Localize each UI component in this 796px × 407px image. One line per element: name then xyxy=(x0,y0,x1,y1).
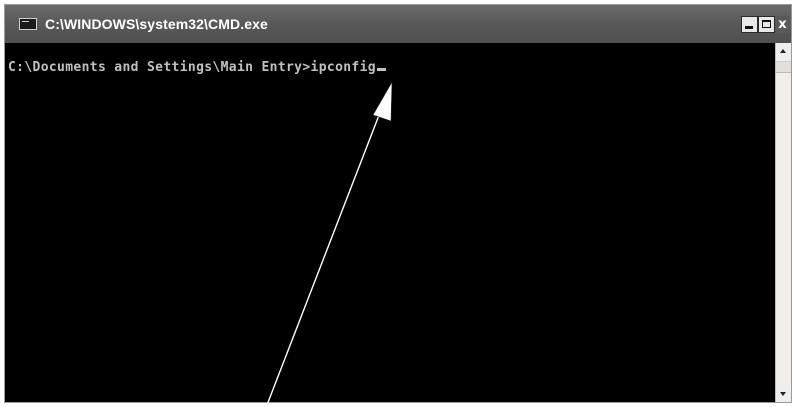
vertical-scrollbar[interactable] xyxy=(775,43,791,402)
console-app-icon[interactable] xyxy=(19,18,37,30)
close-button[interactable]: x xyxy=(775,16,790,33)
maximize-button[interactable] xyxy=(758,16,775,33)
maximize-icon xyxy=(762,20,771,28)
minimize-icon xyxy=(745,26,753,29)
window-title: C:\WINDOWS\system32\CMD.exe xyxy=(45,16,268,32)
scroll-up-button[interactable] xyxy=(776,43,791,59)
scroll-thumb[interactable] xyxy=(776,61,791,73)
close-icon: x xyxy=(778,17,787,32)
arrow-up-icon xyxy=(780,49,786,53)
console-prompt: C:\Documents and Settings\Main Entry> xyxy=(8,60,311,75)
text-cursor xyxy=(376,68,386,71)
console-command: ipconfig xyxy=(310,60,376,75)
command-prompt-window: C:\WINDOWS\system32\CMD.exe x C:\Documen… xyxy=(4,4,792,403)
title-bar[interactable]: C:\WINDOWS\system32\CMD.exe x xyxy=(5,5,791,43)
minimize-button[interactable] xyxy=(741,16,758,33)
console-line: C:\Documents and Settings\Main Entry>ipc… xyxy=(8,60,386,75)
console-output-area[interactable]: C:\Documents and Settings\Main Entry>ipc… xyxy=(5,43,775,402)
arrow-down-icon xyxy=(780,392,786,396)
scroll-down-button[interactable] xyxy=(776,386,791,402)
